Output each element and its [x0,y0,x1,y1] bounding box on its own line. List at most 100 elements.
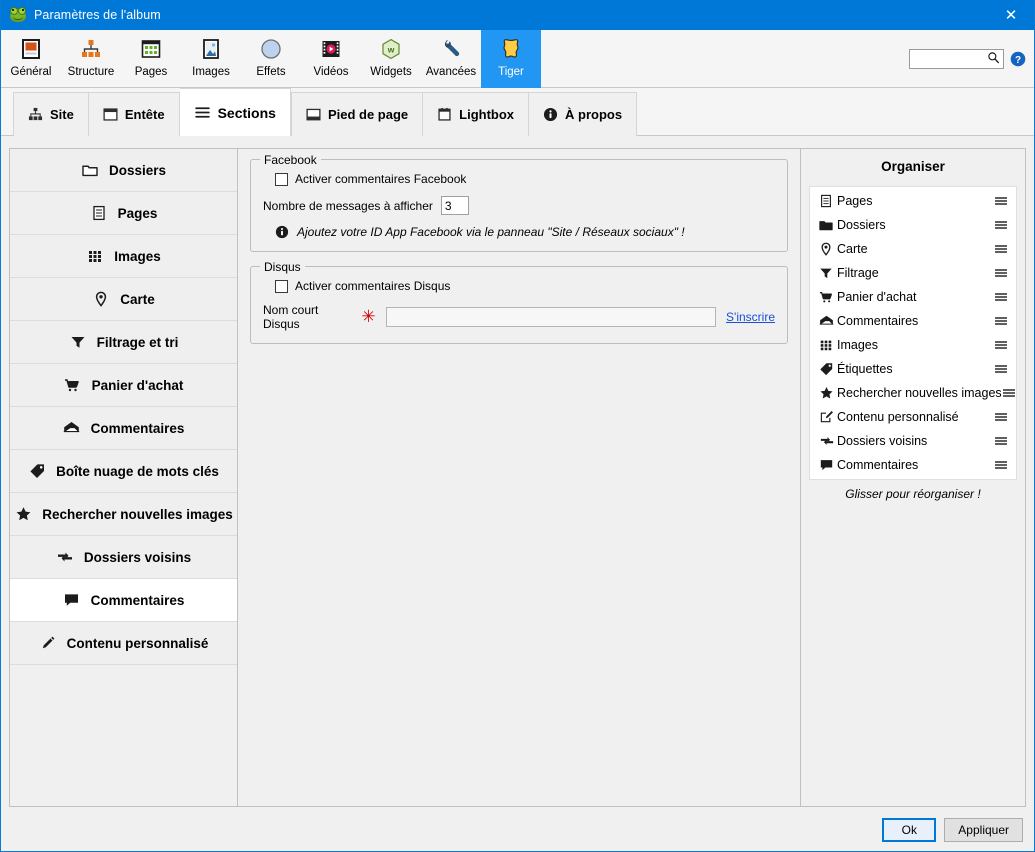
sidebar-item-dossiers[interactable]: Dossiers [10,149,237,192]
effects-icon [257,35,285,63]
organiser-item-contenu-personnalise[interactable]: Contenu personnalisé [810,405,1016,429]
ribbon-toolbar: Général Structure Pages Images Effets Vi… [1,30,1034,88]
sidebar-item-label: Carte [120,291,155,307]
sidebar-item-carte[interactable]: Carte [10,278,237,321]
tab-entete[interactable]: Entête [88,92,180,136]
ribbon-item-structure[interactable]: Structure [61,30,121,88]
facebook-count-label: Nombre de messages à afficher [263,198,433,213]
ribbon-item-effects[interactable]: Effets [241,30,301,88]
facebook-count-input[interactable] [440,196,469,215]
sidebar-item-panier-d-achat[interactable]: Panier d'achat [10,364,237,407]
ribbon-item-advanced[interactable]: Avancées [421,30,481,88]
tab-pied-de-page[interactable]: Pied de page [290,92,424,136]
facebook-enable-checkbox[interactable] [275,172,288,186]
grid-icon [819,338,837,352]
close-icon[interactable]: ✕ [988,0,1034,30]
ribbon-item-tiger[interactable]: Tiger [481,30,541,88]
drag-handle-icon[interactable] [994,195,1008,207]
drag-handle-icon[interactable] [994,459,1008,471]
sidebar-item-contenu-personnalise[interactable]: Contenu personnalisé [10,622,237,665]
sidebar-item-images[interactable]: Images [10,235,237,278]
organiser-item-label: Carte [837,242,868,256]
sidebar-item-pages[interactable]: Pages [10,192,237,235]
sidebar-item-commentaires[interactable]: Commentaires [10,579,237,622]
cart-icon [64,377,82,393]
drag-handle-icon[interactable] [994,315,1008,327]
organiser-item-label: Dossiers [837,218,886,232]
disqus-enable-row[interactable]: Activer commentaires Disqus [263,279,775,293]
tab-label: Lightbox [459,107,515,122]
ribbon-item-general[interactable]: Général [1,30,61,88]
disqus-shortname-input[interactable] [385,307,717,327]
help-icon[interactable]: ? [1010,51,1026,67]
organiser-item-label: Commentaires [837,458,919,472]
sidebar-item-rechercher-nouvelles-images[interactable]: Rechercher nouvelles images [10,493,237,536]
organiser-item-dossiers-voisins[interactable]: Dossiers voisins [810,429,1016,453]
facebook-count-row: Nombre de messages à afficher [263,196,775,215]
images-icon [197,35,225,63]
search-input[interactable] [913,52,987,66]
sidebar-item-boite-nuage-de-mots-cles[interactable]: Boîte nuage de mots clés [10,450,237,493]
info-icon [275,225,289,239]
tab-lightbox[interactable]: Lightbox [423,92,530,136]
organiser-item-rechercher-nouvelles-images[interactable]: Rechercher nouvelles images [810,381,1016,405]
ribbon-item-widgets[interactable]: w Widgets [361,30,421,88]
window-title: Paramètres de l'album [34,8,161,22]
ribbon-label: Structure [67,66,115,78]
envelope-icon [63,420,81,436]
search-box[interactable] [909,49,1004,69]
drag-handle-icon[interactable] [994,267,1008,279]
organiser-item-commentaires-mail[interactable]: Commentaires [810,309,1016,333]
svg-text:w: w [387,45,395,55]
disqus-enable-checkbox[interactable] [275,279,288,293]
drag-handle-icon[interactable] [994,363,1008,375]
drag-handle-icon[interactable] [994,243,1008,255]
section-settings-panel: Facebook Activer commentaires Facebook N… [237,148,801,807]
pin-icon [819,242,837,256]
drag-handle-icon[interactable] [994,411,1008,423]
lightbox-icon [437,107,452,122]
tab-site[interactable]: Site [13,92,89,136]
organiser-item-carte[interactable]: Carte [810,237,1016,261]
sidebar-item-label: Dossiers voisins [83,549,192,565]
drag-handle-icon[interactable] [994,291,1008,303]
drag-handle-icon[interactable] [1002,387,1016,399]
ok-button[interactable]: Ok [882,817,937,842]
organiser-item-panier-d-achat[interactable]: Panier d'achat [810,285,1016,309]
organiser-item-label: Étiquettes [837,362,893,376]
organiser-item-filtrage[interactable]: Filtrage [810,261,1016,285]
organiser-panel: Organiser Pages Dossiers Carte Filtrage … [801,148,1026,807]
sidebar-item-label: Filtrage et tri [96,334,179,350]
organiser-item-images[interactable]: Images [810,333,1016,357]
sidebar-item-label: Rechercher nouvelles images [42,506,233,522]
ribbon-item-pages[interactable]: Pages [121,30,181,88]
organiser-item-label: Contenu personnalisé [837,410,959,424]
tab-a-propos[interactable]: À propos [529,92,638,136]
sidebar-item-filtrage-et-tri[interactable]: Filtrage et tri [10,321,237,364]
sidebar-item-label: Panier d'achat [91,377,184,393]
apply-button[interactable]: Appliquer [944,817,1023,842]
funnel-icon [819,266,837,280]
ribbon-item-videos[interactable]: Vidéos [301,30,361,88]
organiser-item-label: Filtrage [837,266,879,280]
disqus-signup-link[interactable]: S'inscrire [726,310,775,324]
drag-handle-icon[interactable] [994,219,1008,231]
drag-handle-icon[interactable] [994,435,1008,447]
header-icon [103,107,118,122]
sidebar-item-commentaires-mail[interactable]: Commentaires [10,407,237,450]
organiser-item-dossiers[interactable]: Dossiers [810,213,1016,237]
organiser-item-etiquettes[interactable]: Étiquettes [810,357,1016,381]
ribbon-item-images[interactable]: Images [181,30,241,88]
organiser-item-label: Images [837,338,878,352]
sidebar-item-dossiers-voisins[interactable]: Dossiers voisins [10,536,237,579]
drag-handle-icon[interactable] [994,339,1008,351]
dialog-footer: Ok Appliquer [2,808,1033,851]
facebook-enable-row[interactable]: Activer commentaires Facebook [263,172,775,186]
facebook-hint-text: Ajoutez votre ID App Facebook via le pan… [297,225,685,239]
organiser-item-pages[interactable]: Pages [810,189,1016,213]
organiser-item-commentaires[interactable]: Commentaires [810,453,1016,477]
search-icon[interactable] [987,51,1000,67]
tab-sections[interactable]: Sections [179,88,291,136]
sidebar-item-label: Boîte nuage de mots clés [56,463,219,479]
videos-icon [317,35,345,63]
